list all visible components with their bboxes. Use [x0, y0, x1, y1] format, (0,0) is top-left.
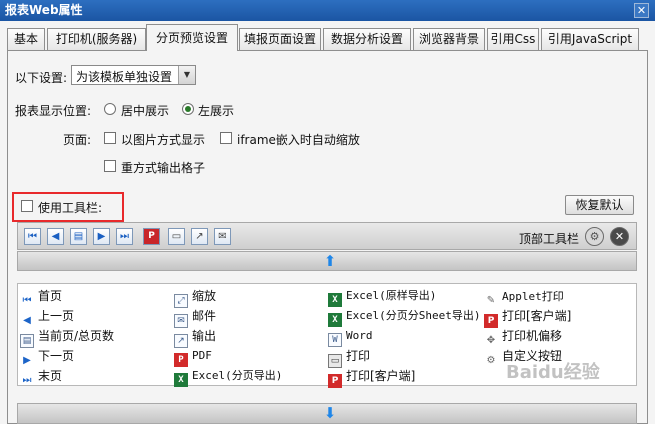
grid-item-pdf[interactable]: P PDF — [174, 346, 212, 367]
arrow-down-icon[interactable]: ⬇ — [319, 405, 341, 422]
tab-ref-js[interactable]: 引用JavaScript — [541, 28, 639, 50]
grid-item-prev[interactable]: ◀ 上一页 — [20, 306, 74, 326]
grid-item-label: 打印[客户端] — [346, 369, 416, 383]
radio-center[interactable] — [104, 103, 116, 115]
grid-item-label: Excel(原样导出) — [346, 289, 437, 302]
last-page-icon[interactable]: ⏭ — [116, 228, 133, 245]
grid-item-printer-offset[interactable]: ✥ 打印机偏移 — [484, 326, 562, 346]
grid-item-next[interactable]: ▶ 下一页 — [20, 346, 74, 366]
page-as-image-label: 以图片方式显示 — [121, 133, 206, 147]
close-icon[interactable]: ✕ — [634, 3, 649, 18]
last-page-icon: ⏭ — [22, 375, 32, 386]
iframe-autoscale-label: iframe嵌入时自动缩放 — [237, 133, 360, 147]
page-label: 页面: — [63, 133, 92, 147]
grid-item-label: 首页 — [38, 289, 63, 303]
watermark: Baidu经验 — [506, 362, 600, 383]
window-titlebar: 报表Web属性 ✕ — [0, 0, 655, 21]
arrow-up-icon[interactable]: ⬆ — [319, 253, 341, 270]
tab-ref-css[interactable]: 引用Css — [487, 28, 539, 50]
top-toolbar-label: 顶部工具栏 — [519, 232, 580, 246]
tab-printer-server[interactable]: 打印机(服务器) — [47, 28, 146, 50]
grid-item-label: Excel(分页导出) — [192, 369, 283, 382]
close-circle-icon[interactable]: ✕ — [610, 227, 629, 246]
grid-item-email[interactable]: ✉ 邮件 — [174, 306, 217, 328]
tab-data-analysis[interactable]: 数据分析设置 — [323, 28, 411, 50]
pdf-icon[interactable]: P — [143, 228, 160, 245]
custom-button-icon: ⚙ — [486, 355, 496, 366]
grid-item-pdf-print[interactable]: P 打印[客户端] — [484, 306, 572, 328]
grid-item-label: 输出 — [192, 329, 217, 343]
chevron-down-icon[interactable]: ▼ — [178, 66, 195, 84]
client-print-icon: P — [328, 374, 342, 388]
grid-item-label: 上一页 — [38, 309, 75, 323]
grid-item-page-number[interactable]: ▤ 当前页/总页数 — [20, 326, 115, 348]
first-page-icon[interactable]: ⏮ — [24, 228, 41, 245]
grid-item-client-print[interactable]: P 打印[客户端] — [328, 366, 416, 388]
excel-icon: X — [328, 293, 342, 307]
move-up-bar[interactable]: ⬆ — [17, 251, 637, 271]
export-icon[interactable]: ↗ — [191, 228, 208, 245]
iframe-autoscale-checkbox[interactable] — [220, 132, 232, 144]
grid-item-word[interactable]: W Word — [328, 326, 373, 347]
position-label: 报表显示位置: — [15, 104, 92, 118]
grid-item-label: 打印[客户端] — [502, 309, 572, 323]
grid-item-excel-paged[interactable]: X Excel(分页导出) — [174, 366, 283, 387]
grid-item-zoom[interactable]: ⤢ 缩放 — [174, 286, 217, 308]
use-toolbar-checkbox[interactable] — [21, 200, 33, 212]
grid-item-label: PDF — [192, 349, 212, 362]
move-down-bar[interactable]: ⬇ — [17, 403, 637, 424]
grid-item-excel-sheet[interactable]: X Excel(分页分Sheet导出) — [328, 306, 481, 327]
grid-item-first[interactable]: ⏮ 首页 — [20, 286, 63, 306]
grid-item-excel-original[interactable]: X Excel(原样导出) — [328, 286, 437, 307]
page-number-icon[interactable]: ▤ — [70, 228, 87, 245]
repeat-grid-checkbox[interactable] — [104, 160, 116, 172]
prev-page-icon[interactable]: ◀ — [47, 228, 64, 245]
restore-default-button[interactable]: 恢复默认 — [565, 195, 634, 215]
tab-basic[interactable]: 基本 — [7, 28, 45, 50]
tab-fill-page[interactable]: 填报页面设置 — [239, 28, 321, 50]
grid-item-label: 末页 — [38, 369, 63, 383]
tab-browser-bg[interactable]: 浏览器背景 — [413, 28, 485, 50]
print-icon[interactable]: ▭ — [168, 228, 185, 245]
grid-item-label: Excel(分页分Sheet导出) — [346, 309, 481, 322]
pdf-icon: P — [174, 353, 188, 367]
scope-select[interactable]: 为该模板单独设置 ▼ — [71, 65, 196, 85]
word-icon: W — [328, 333, 342, 347]
grid-item-label: 缩放 — [192, 289, 217, 303]
grid-item-label: 打印机偏移 — [502, 329, 563, 343]
grid-item-output[interactable]: ↗ 输出 — [174, 326, 217, 348]
page-as-image-checkbox[interactable] — [104, 132, 116, 144]
grid-item-print[interactable]: ▭ 打印 — [328, 346, 371, 368]
grid-item-label: 下一页 — [38, 349, 75, 363]
grid-item-label: 打印 — [346, 349, 371, 363]
grid-item-label: Applet打印 — [502, 290, 564, 303]
radio-left-label: 左展示 — [198, 104, 235, 118]
email-icon[interactable]: ✉ — [214, 228, 231, 245]
top-toolbar: ⏮ ◀ ▤ ▶ ⏭ P ▭ ↗ ✉ 顶部工具栏 ⚙ ✕ — [17, 222, 637, 250]
excel-icon: X — [174, 373, 188, 387]
scope-select-value: 为该模板单独设置 — [76, 70, 173, 84]
use-toolbar-label: 使用工具栏: — [38, 201, 103, 215]
tab-paging-preview[interactable]: 分页预览设置 — [146, 24, 238, 51]
repeat-grid-label: 重方式输出格子 — [121, 161, 206, 175]
radio-center-label: 居中展示 — [121, 104, 170, 118]
next-page-icon[interactable]: ▶ — [93, 228, 110, 245]
excel-icon: X — [328, 313, 342, 327]
gear-icon[interactable]: ⚙ — [585, 227, 604, 246]
grid-item-label: 当前页/总页数 — [38, 329, 115, 343]
radio-left[interactable] — [182, 103, 194, 115]
grid-item-applet-print[interactable]: ✎ Applet打印 — [484, 286, 564, 306]
grid-item-last[interactable]: ⏭ 末页 — [20, 366, 63, 386]
grid-item-label: 邮件 — [192, 309, 217, 323]
scope-label: 以下设置: — [15, 71, 68, 85]
grid-item-label: Word — [346, 329, 373, 342]
window-title: 报表Web属性 — [5, 3, 83, 17]
